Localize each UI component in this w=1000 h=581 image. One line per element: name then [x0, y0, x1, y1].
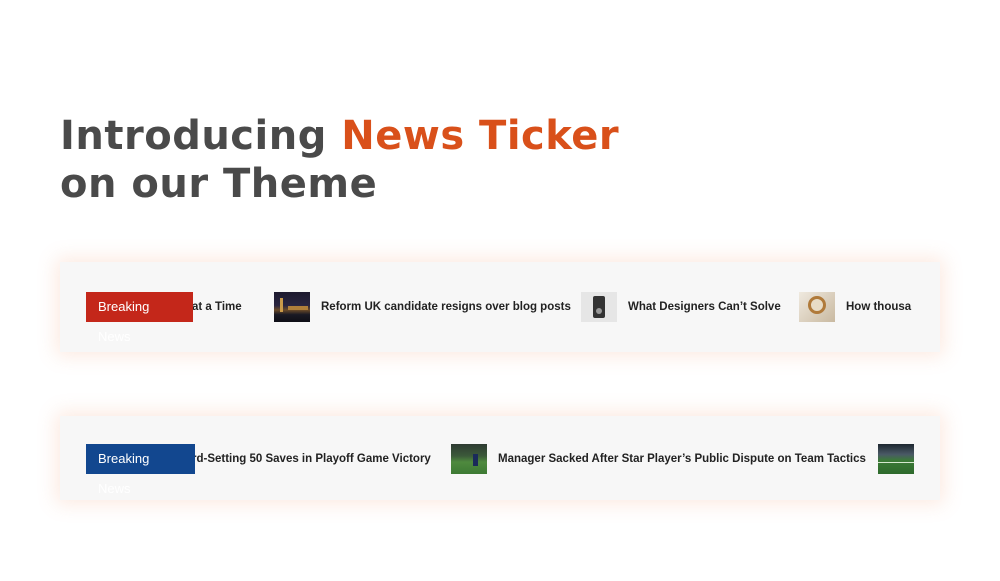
title-accent: News Ticker	[341, 113, 620, 159]
ticker-item[interactable]: at a Time	[192, 292, 242, 322]
ticker-item[interactable]: rd-Setting 50 Saves in Playoff Game Vict…	[192, 444, 431, 474]
ticker-item-title: at a Time	[192, 301, 242, 313]
ticker-item-title: What Designers Can’t Solve	[628, 301, 781, 313]
ticker-item[interactable]: Reform UK candidate resigns over blog po…	[274, 292, 571, 322]
title-suffix: on our Theme	[60, 161, 378, 207]
ticker-item[interactable]: How thousa	[799, 292, 911, 322]
ticker-item-title: Manager Sacked After Star Player’s Publi…	[498, 453, 866, 465]
ticker-item-title: Reform UK candidate resigns over blog po…	[321, 301, 571, 313]
ticker-viewport: rd-Setting 50 Saves in Playoff Game Vict…	[192, 416, 914, 500]
stadium-pitch-image	[878, 444, 914, 474]
ticker-item-title: rd-Setting 50 Saves in Playoff Game Vict…	[192, 453, 431, 465]
ticker-viewport: at a Time Reform UK candidate resigns ov…	[192, 262, 914, 352]
football-player-image	[451, 444, 487, 474]
wristwatch-image	[799, 292, 835, 322]
london-night-skyline-image	[274, 292, 310, 322]
vintage-camera-image	[581, 292, 617, 322]
breaking-news-label: Breaking News	[86, 292, 193, 344]
ticker-item-title: How thousa	[846, 301, 912, 313]
news-ticker-red: Breaking News at a Time Reform UK candid…	[60, 262, 940, 352]
ticker-item[interactable]: Manager Sacked After Star Player’s Publi…	[451, 444, 866, 474]
ticker-item[interactable]: What Designers Can’t Solve	[581, 292, 781, 322]
title-prefix: Introducing	[60, 113, 342, 159]
ticker-item[interactable]	[878, 444, 914, 474]
breaking-news-label: Breaking News	[86, 444, 195, 496]
news-ticker-blue: Breaking News rd-Setting 50 Saves in Pla…	[60, 416, 940, 500]
page-title: Introducing News Ticker on our Theme	[60, 112, 680, 208]
